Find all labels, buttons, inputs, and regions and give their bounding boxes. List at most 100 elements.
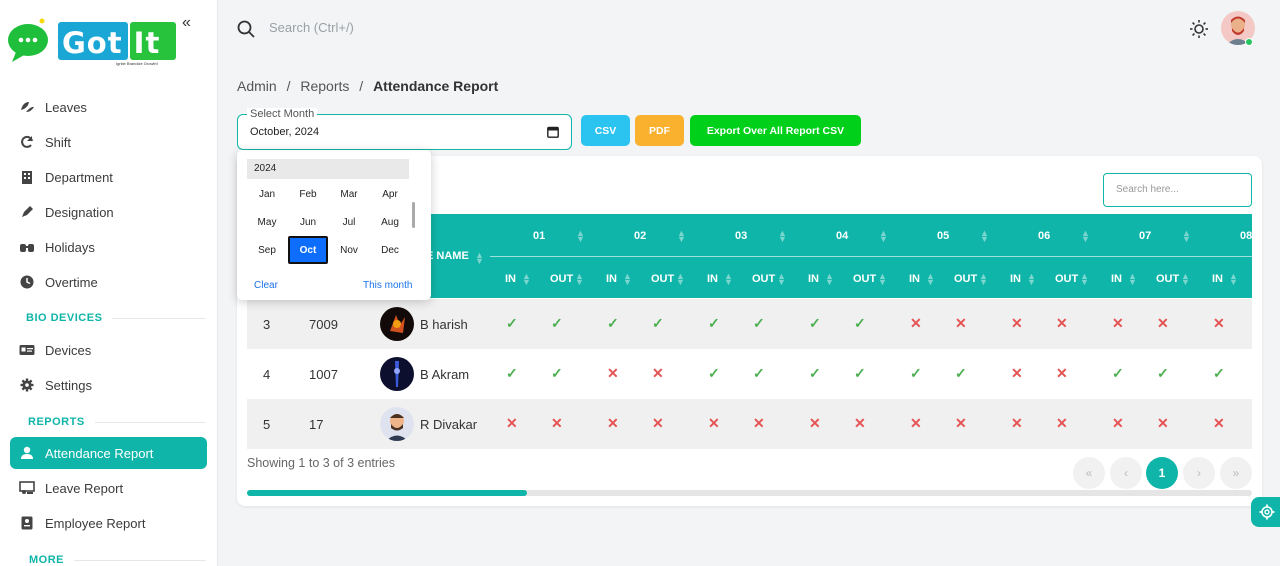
col-out[interactable]: OUT xyxy=(954,273,977,285)
sort-icon[interactable]: ▲ ▼ xyxy=(475,251,484,266)
month-option-apr[interactable]: Apr xyxy=(370,180,410,208)
col-day-03[interactable]: 03 xyxy=(735,230,747,242)
sort-icon[interactable]: ▲ ▼ xyxy=(926,272,935,287)
cell-emp-name: B Akram xyxy=(420,367,470,382)
picker-clear-button[interactable]: Clear xyxy=(254,280,278,291)
sort-icon[interactable]: ▲ ▼ xyxy=(724,272,733,287)
month-option-jun[interactable]: Jun xyxy=(288,208,328,236)
month-option-may[interactable]: May xyxy=(247,208,287,236)
sort-icon[interactable]: ▲ ▼ xyxy=(1081,229,1090,244)
col-day-05[interactable]: 05 xyxy=(937,230,949,242)
sort-icon[interactable]: ▲ ▼ xyxy=(1182,229,1191,244)
header-divider xyxy=(490,256,1252,257)
breadcrumb-admin[interactable]: Admin xyxy=(237,78,277,94)
month-option-aug[interactable]: Aug xyxy=(370,208,410,236)
cell-emp-id: 1007 xyxy=(309,367,338,382)
theme-toggle-sun-icon[interactable] xyxy=(1189,19,1209,44)
col-out[interactable]: OUT xyxy=(651,273,674,285)
global-search-input[interactable]: Search (Ctrl+/) xyxy=(269,20,354,35)
sidebar-item-designation[interactable]: Designation xyxy=(10,196,207,228)
sort-icon[interactable]: ▲ ▼ xyxy=(778,229,787,244)
next-page-button[interactable]: › xyxy=(1183,457,1215,489)
col-in[interactable]: IN xyxy=(909,273,920,285)
sidebar-item-shift[interactable]: Shift xyxy=(10,126,207,158)
sort-icon[interactable]: ▲ ▼ xyxy=(576,229,585,244)
col-in[interactable]: IN xyxy=(808,273,819,285)
sort-icon[interactable]: ▲ ▼ xyxy=(676,272,685,287)
col-day-07[interactable]: 07 xyxy=(1139,230,1151,242)
first-page-button[interactable]: « xyxy=(1073,457,1105,489)
col-in[interactable]: IN xyxy=(1010,273,1021,285)
sort-icon[interactable]: ▲ ▼ xyxy=(623,272,632,287)
sort-icon[interactable]: ▲ ▼ xyxy=(575,272,584,287)
col-in[interactable]: IN xyxy=(505,273,516,285)
col-out[interactable]: OUT xyxy=(1055,273,1078,285)
month-option-sep[interactable]: Sep xyxy=(247,236,287,264)
sidebar-item-employee-report[interactable]: Employee Report xyxy=(10,507,207,539)
last-page-button[interactable]: » xyxy=(1220,457,1252,489)
col-out[interactable]: OUT xyxy=(752,273,775,285)
search-icon[interactable] xyxy=(237,20,255,43)
pdf-button[interactable]: PDF xyxy=(635,115,684,146)
csv-button[interactable]: CSV xyxy=(581,115,630,146)
col-in[interactable]: IN xyxy=(707,273,718,285)
picker-scrollbar[interactable] xyxy=(412,202,415,228)
prev-page-button[interactable]: ‹ xyxy=(1110,457,1142,489)
sort-icon[interactable]: ▲ ▼ xyxy=(825,272,834,287)
sidebar-item-leaves[interactable]: Leaves xyxy=(10,91,207,123)
sidebar-item-devices[interactable]: Devices xyxy=(10,334,207,366)
col-in[interactable]: IN xyxy=(1212,273,1223,285)
page-1-button[interactable]: 1 xyxy=(1146,457,1178,489)
sort-icon[interactable]: ▲ ▼ xyxy=(1080,272,1089,287)
customizer-gear-icon[interactable] xyxy=(1251,497,1280,527)
month-option-mar[interactable]: Mar xyxy=(329,180,369,208)
col-out[interactable]: OUT xyxy=(550,273,573,285)
sort-icon[interactable]: ▲ ▼ xyxy=(1181,272,1190,287)
entries-info: Showing 1 to 3 of 3 entries xyxy=(247,456,396,470)
month-option-nov[interactable]: Nov xyxy=(329,236,369,264)
sidebar-item-attendance-report[interactable]: Attendance Report xyxy=(10,437,207,469)
sort-icon[interactable]: ▲ ▼ xyxy=(777,272,786,287)
sidebar-item-leave-report[interactable]: Leave Report xyxy=(10,472,207,504)
online-status-dot xyxy=(1245,38,1253,46)
scrollbar-thumb[interactable] xyxy=(247,490,527,496)
month-option-feb[interactable]: Feb xyxy=(288,180,328,208)
month-option-jul[interactable]: Jul xyxy=(329,208,369,236)
sort-icon[interactable]: ▲ ▼ xyxy=(879,229,888,244)
picker-this-month-button[interactable]: This month xyxy=(363,280,412,291)
sidebar-item-overtime[interactable]: Overtime xyxy=(10,266,207,298)
month-option-jan[interactable]: Jan xyxy=(247,180,287,208)
picker-year[interactable]: 2024 xyxy=(247,159,409,179)
col-in[interactable]: IN xyxy=(606,273,617,285)
breadcrumb-reports[interactable]: Reports xyxy=(300,78,349,94)
sort-icon[interactable]: ▲ ▼ xyxy=(980,229,989,244)
got-it-logo[interactable]: Got It Ignite Brandize Growth! xyxy=(6,14,186,68)
sort-icon[interactable]: ▲ ▼ xyxy=(979,272,988,287)
sidebar-item-settings[interactable]: Settings xyxy=(10,369,207,401)
sort-icon[interactable]: ▲ ▼ xyxy=(878,272,887,287)
col-day-02[interactable]: 02 xyxy=(634,230,646,242)
sort-icon[interactable]: ▲ ▼ xyxy=(677,229,686,244)
col-day-01[interactable]: 01 xyxy=(533,230,545,242)
col-day-06[interactable]: 06 xyxy=(1038,230,1050,242)
sort-icon[interactable]: ▲ ▼ xyxy=(522,272,531,287)
col-out[interactable]: OUT xyxy=(853,273,876,285)
select-month-input[interactable]: Select Month October, 2024 xyxy=(237,108,572,150)
sort-icon[interactable]: ▲ ▼ xyxy=(1027,272,1036,287)
sort-icon[interactable]: ▲ ▼ xyxy=(1128,272,1137,287)
sidebar-item-department[interactable]: Department xyxy=(10,161,207,193)
col-employee-name[interactable]: E NAME xyxy=(426,250,469,262)
table-search-input[interactable]: Search here... xyxy=(1103,173,1252,207)
select-month-label: Select Month xyxy=(247,108,318,120)
col-day-08[interactable]: 08 xyxy=(1240,230,1252,242)
month-option-dec[interactable]: Dec xyxy=(370,236,410,264)
sidebar-item-holidays[interactable]: Holidays xyxy=(10,231,207,263)
month-option-oct[interactable]: Oct xyxy=(288,236,328,264)
col-out[interactable]: OUT xyxy=(1156,273,1179,285)
collapse-sidebar-icon[interactable]: « xyxy=(182,14,191,32)
export-overall-csv-button[interactable]: Export Over All Report CSV xyxy=(690,115,861,146)
sort-icon[interactable]: ▲ ▼ xyxy=(1229,272,1238,287)
col-in[interactable]: IN xyxy=(1111,273,1122,285)
col-day-04[interactable]: 04 xyxy=(836,230,848,242)
calendar-icon[interactable] xyxy=(547,125,559,143)
